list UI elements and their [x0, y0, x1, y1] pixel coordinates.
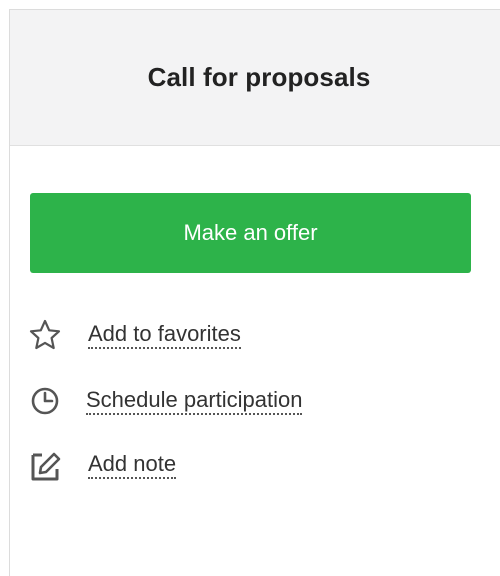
add-note-link[interactable]: Add note	[88, 451, 177, 479]
panel-header: Call for proposals	[10, 10, 500, 146]
make-offer-button[interactable]: Make an offer	[30, 193, 471, 273]
star-icon[interactable]	[28, 318, 62, 352]
proposal-panel: Call for proposals	[9, 9, 500, 576]
panel-title: Call for proposals	[147, 62, 371, 92]
clock-icon[interactable]	[28, 384, 62, 418]
schedule-participation-link[interactable]: Schedule participation	[86, 387, 303, 415]
add-note-action[interactable]: Add note	[28, 444, 177, 486]
add-to-favorites-link[interactable]: Add to favorites	[88, 321, 241, 349]
schedule-participation-action[interactable]: Schedule participation	[28, 380, 303, 422]
add-to-favorites-action[interactable]: Add to favorites	[28, 314, 241, 356]
edit-note-icon[interactable]	[28, 448, 62, 482]
